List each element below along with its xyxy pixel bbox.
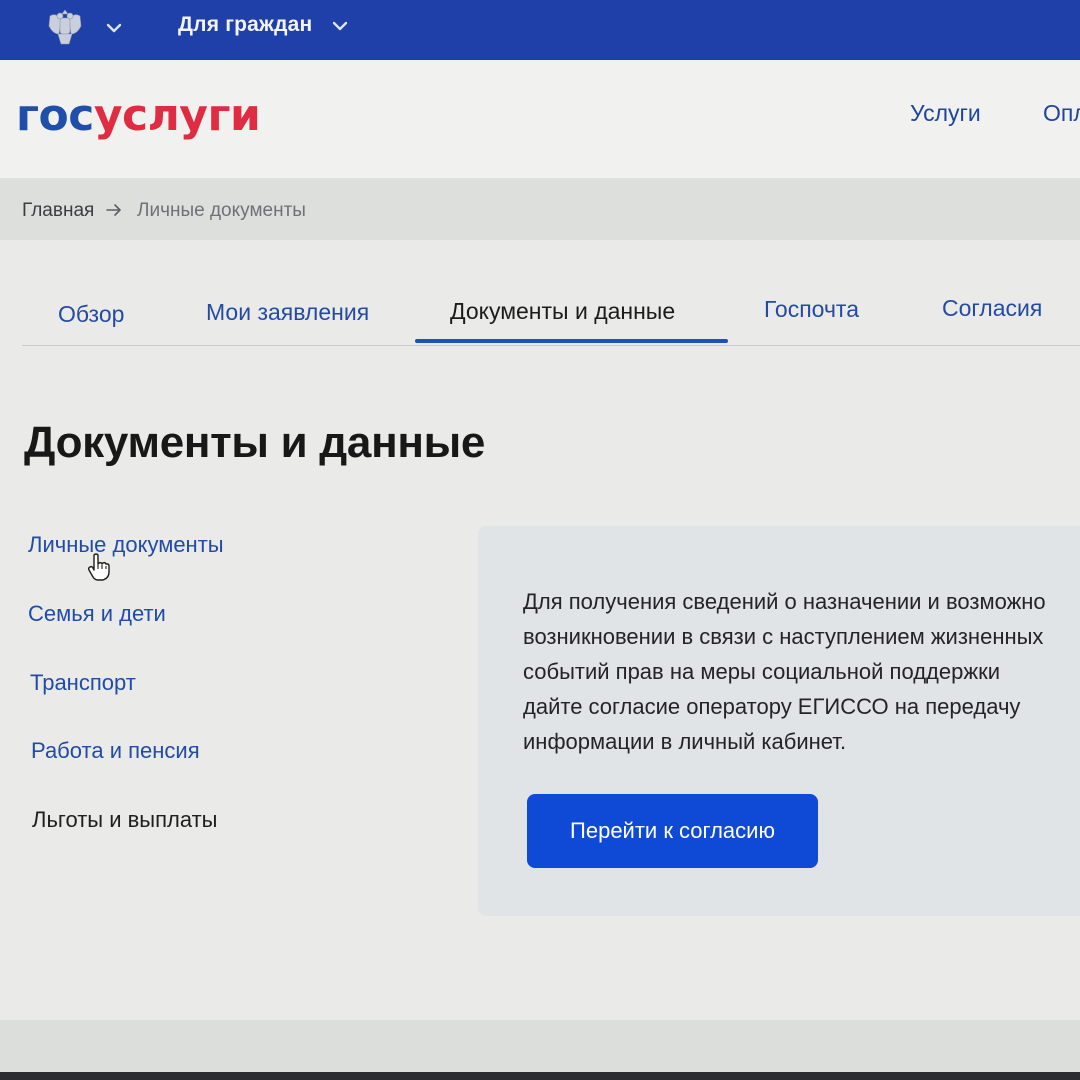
chevron-down-icon[interactable] [330, 16, 350, 36]
breadcrumb-home[interactable]: Главная [22, 200, 94, 222]
breadcrumb-current: Личные документы [137, 200, 306, 221]
nav-link-payment[interactable]: Опл [1043, 100, 1080, 127]
main-content: Обзор Мои заявления Документы и данные Г… [0, 240, 1080, 1020]
consent-text-line: возникновении в связи с наступлением жиз… [523, 624, 1044, 649]
page-title: Документы и данные [24, 418, 486, 467]
consent-text: Для получения сведений о назначении и во… [523, 584, 1080, 759]
consent-text-line: дайте согласие оператору ЕГИССО на перед… [523, 694, 1021, 719]
sidebar-item-transport[interactable]: Транспорт [30, 670, 136, 696]
arrow-right-icon [106, 204, 121, 216]
chevron-down-icon[interactable] [104, 18, 124, 38]
consent-text-line: событий прав на меры социальной поддержк… [523, 659, 1000, 684]
tab-bar: Обзор Мои заявления Документы и данные Г… [22, 295, 1080, 346]
sidebar-item-personal-documents[interactable]: Личные документы [28, 532, 224, 558]
screen-bezel [0, 1072, 1080, 1080]
go-to-consent-button[interactable]: Перейти к согласию [527, 794, 818, 868]
top-bar: Для граждан [0, 0, 1080, 60]
breadcrumb: Главная Личные документы [0, 178, 1080, 240]
tab-my-applications[interactable]: Мои заявления [206, 299, 369, 326]
coat-of-arms-icon[interactable] [42, 6, 88, 50]
footer-strip [0, 1020, 1080, 1080]
hand-pointer-icon [87, 553, 110, 581]
site-header: госуслуги Услуги Опл [0, 60, 1080, 178]
audience-selector-label[interactable]: Для граждан [178, 13, 312, 37]
tab-gospochta[interactable]: Госпочта [764, 296, 859, 323]
sidebar-item-family-and-children[interactable]: Семья и дети [28, 601, 166, 627]
logo-part-uslugi: услуги [93, 90, 261, 141]
consent-text-line: информации в личный кабинет. [523, 729, 847, 754]
nav-link-services[interactable]: Услуги [910, 100, 981, 127]
active-tab-indicator [415, 339, 728, 343]
tab-overview[interactable]: Обзор [58, 301, 124, 328]
tab-consents[interactable]: Согласия [942, 295, 1042, 322]
sidebar-item-work-and-pension[interactable]: Работа и пенсия [31, 738, 200, 764]
consent-card: Для получения сведений о назначении и во… [478, 526, 1080, 916]
sidebar-item-benefits-and-payments[interactable]: Льготы и выплаты [32, 807, 218, 833]
tab-documents-and-data[interactable]: Документы и данные [450, 298, 675, 325]
logo-part-gos: гос [16, 90, 94, 141]
gosuslugi-logo[interactable]: госуслуги [16, 90, 261, 141]
consent-text-line: Для получения сведений о назначении и во… [523, 589, 1046, 614]
